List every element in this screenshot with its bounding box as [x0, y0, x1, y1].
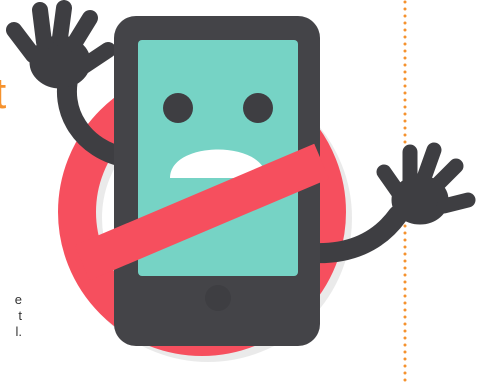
right-eye: [243, 93, 273, 123]
left-eye: [163, 93, 193, 123]
home-button: [205, 285, 231, 311]
left-hand-icon: [6, 0, 116, 89]
right-hand-icon: [376, 142, 476, 225]
no-phone-icon: [6, 0, 476, 362]
